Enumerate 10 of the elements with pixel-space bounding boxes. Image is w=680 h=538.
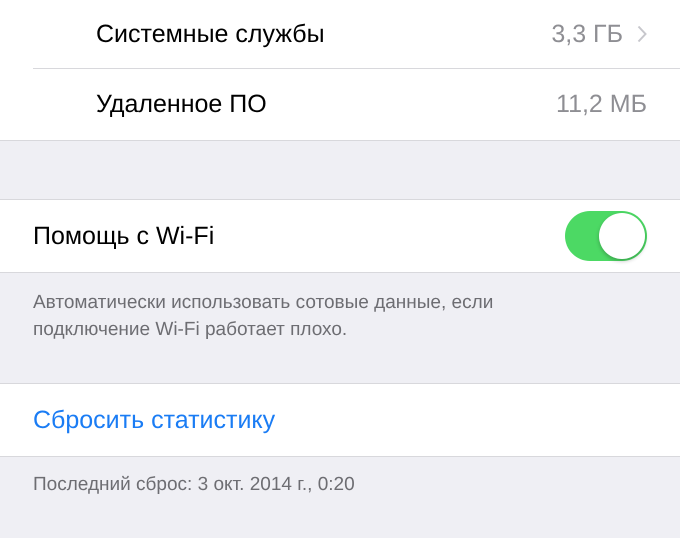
- row-label: Помощь с Wi-Fi: [33, 222, 214, 250]
- row-label: Удаленное ПО: [96, 90, 267, 119]
- footer-note: Последний сброс: 3 окт. 2014 г., 0:20: [32, 473, 356, 497]
- row-value: 3,3 ГБ: [551, 20, 623, 48]
- reset-link[interactable]: Сбросить статистику: [33, 406, 276, 434]
- chevron-icon: [637, 25, 647, 43]
- footer-note: Автоматически использовать сотовые данные, если подключение Wi-Fi работает плохо.: [32, 291, 494, 342]
- toggle-switch[interactable]: [565, 211, 647, 261]
- row-label: Системные службы: [96, 20, 325, 48]
- row-value: 11,2 МБ: [556, 90, 647, 119]
